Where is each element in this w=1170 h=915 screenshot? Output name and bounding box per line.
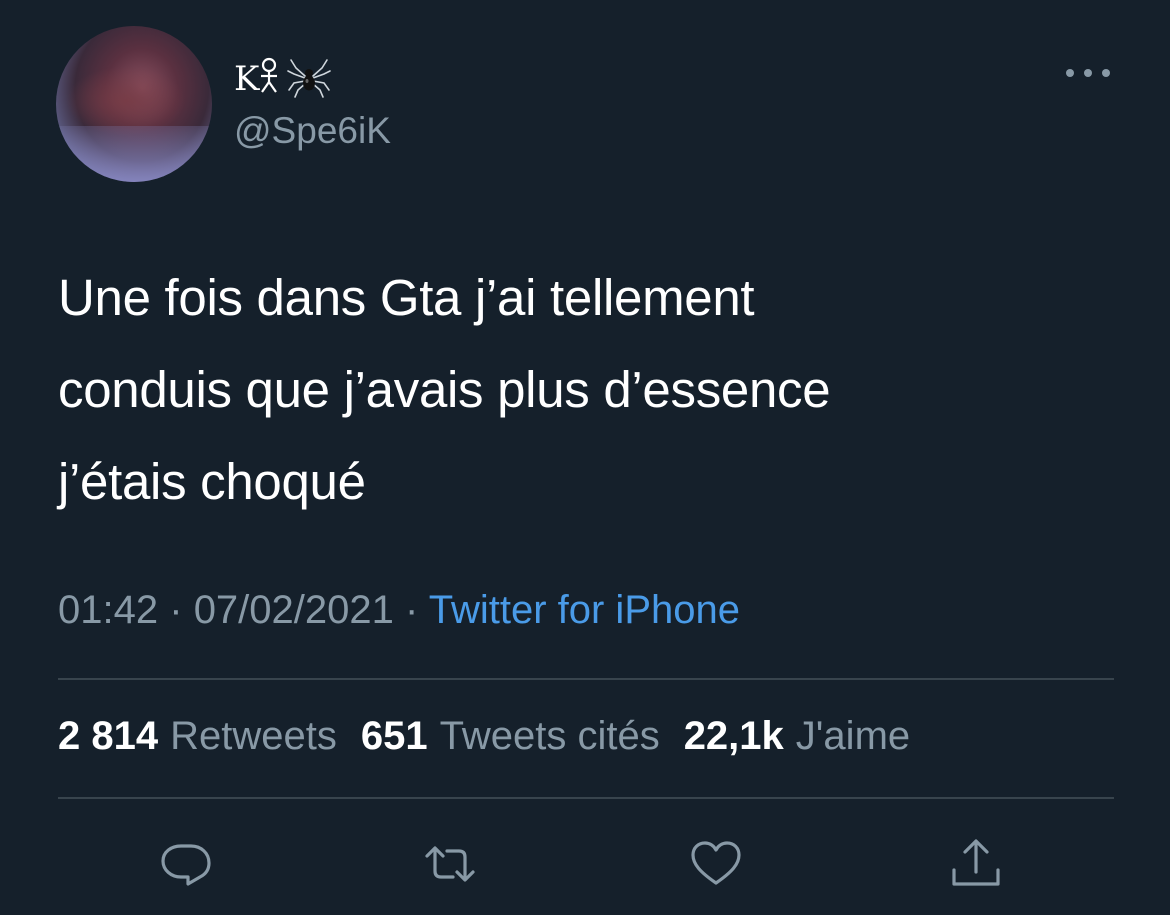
tweet-date: 07/02/2021 (193, 588, 394, 632)
dot (1102, 69, 1110, 77)
reply-button[interactable] (156, 834, 216, 894)
retweet-icon (425, 846, 475, 882)
dot (1084, 69, 1092, 77)
tweet-text: Une fois dans Gta j’ai tellement conduis… (58, 269, 831, 510)
user-handle[interactable]: @Spe6iK (234, 110, 391, 152)
stick-figure-glyph (261, 57, 278, 93)
avatar-shade-bottom (56, 126, 212, 182)
heart-icon (691, 841, 741, 885)
more-horizontal-icon[interactable] (1066, 60, 1110, 86)
tweet-source-link[interactable]: Twitter for iPhone (429, 588, 740, 632)
tweet-meta: 01:42 · 07/02/2021 · Twitter for iPhone (58, 588, 740, 633)
divider (58, 678, 1114, 680)
tweet-stats: 2 814 Retweets 651 Tweets cités 22,1k J'… (58, 714, 934, 759)
likes-label: J'aime (795, 714, 911, 758)
dot (1066, 69, 1074, 77)
quotes-label: Tweets cités (439, 714, 660, 758)
divider (58, 797, 1114, 799)
quotes-count: 651 (360, 714, 428, 758)
retweets-stat[interactable]: 2 814 Retweets (58, 714, 361, 759)
likes-count: 22,1k (683, 714, 784, 758)
quotes-stat[interactable]: 651 Tweets cités (361, 714, 684, 759)
share-icon (952, 839, 1000, 886)
meta-separator: · (169, 588, 183, 632)
retweet-button[interactable] (420, 834, 480, 894)
tweet-detail: K @Spe6iK Une fois dans Gta j’ai telleme… (0, 0, 1170, 915)
meta-separator: · (405, 588, 419, 632)
tweet-time: 01:42 (58, 588, 159, 632)
display-name[interactable]: K (234, 52, 332, 102)
retweets-count: 2 814 (58, 714, 159, 758)
display-name-text: K (234, 56, 280, 99)
reply-icon (161, 844, 211, 886)
like-button[interactable] (686, 834, 746, 894)
spider-icon (287, 59, 332, 98)
share-button[interactable] (946, 834, 1006, 894)
retweets-label: Retweets (170, 714, 337, 758)
avatar[interactable] (56, 26, 212, 182)
tweet-actions-bar (0, 834, 1170, 894)
likes-stat[interactable]: 22,1k J'aime (684, 714, 934, 759)
